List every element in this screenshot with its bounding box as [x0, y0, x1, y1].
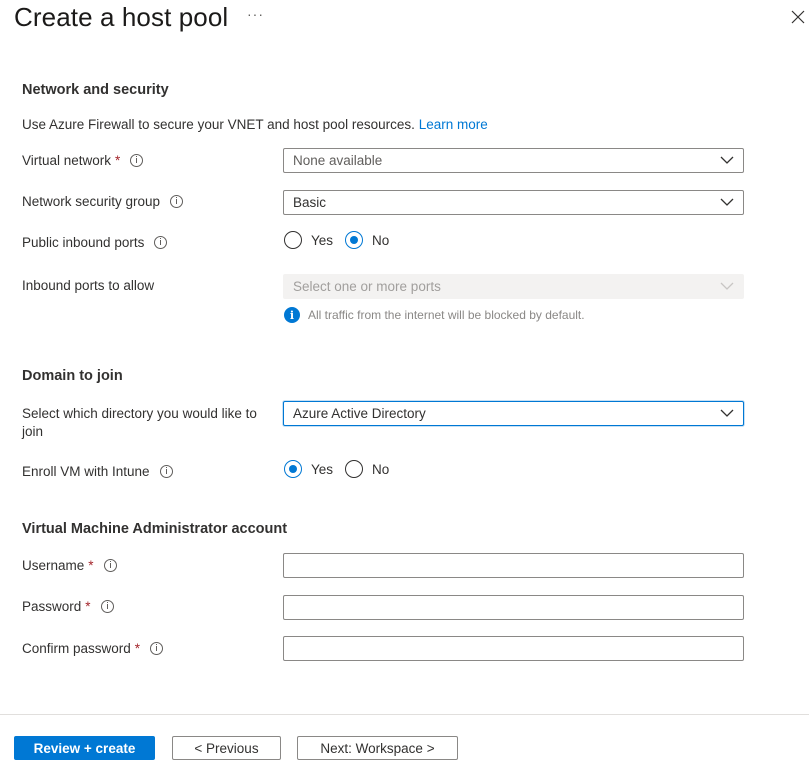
label-text-line1: Select which directory you would like to: [22, 405, 272, 423]
radio-circle: [345, 460, 363, 478]
label-text: Enroll VM with Intune: [22, 464, 150, 479]
required-marker: *: [115, 153, 120, 168]
previous-button[interactable]: < Previous: [172, 736, 281, 760]
password-label: Password *: [22, 599, 114, 614]
chevron-down-icon: [720, 281, 734, 291]
chevron-down-icon: [720, 408, 734, 418]
label-text-line2: join: [22, 423, 272, 441]
chevron-down-icon: [720, 197, 734, 207]
username-input[interactable]: [283, 553, 744, 578]
next-workspace-button[interactable]: Next: Workspace >: [297, 736, 458, 760]
label-text: Confirm password: [22, 641, 131, 656]
placeholder-text: Select one or more ports: [293, 279, 441, 294]
username-label: Username *: [22, 558, 117, 573]
label-text: Virtual network: [22, 153, 111, 168]
password-input[interactable]: [283, 595, 744, 620]
public-ports-label: Public inbound ports: [22, 235, 167, 250]
info-icon[interactable]: [170, 195, 183, 208]
info-icon[interactable]: [154, 236, 167, 249]
required-marker: *: [135, 641, 140, 656]
confirm-password-label: Confirm password *: [22, 641, 163, 656]
intune-yes-radio[interactable]: Yes: [284, 460, 333, 478]
required-marker: *: [85, 599, 90, 614]
section-heading-domain: Domain to join: [22, 368, 123, 384]
intune-radio-group: Yes No: [284, 460, 401, 478]
note-text: All traffic from the internet will be bl…: [308, 308, 585, 322]
info-note: i All traffic from the internet will be …: [284, 307, 585, 323]
radio-circle: [284, 231, 302, 249]
description-text: Use Azure Firewall to secure your VNET a…: [22, 117, 415, 132]
page-title: Create a host pool: [14, 2, 228, 33]
virtual-network-label: Virtual network *: [22, 153, 143, 168]
info-icon[interactable]: [101, 600, 114, 613]
section-heading-network: Network and security: [22, 82, 169, 98]
virtual-network-dropdown[interactable]: None available: [283, 148, 744, 173]
public-ports-no-radio[interactable]: No: [345, 231, 389, 249]
intune-label: Enroll VM with Intune: [22, 464, 173, 479]
directory-dropdown[interactable]: Azure Active Directory: [283, 401, 744, 426]
label-text: Public inbound ports: [22, 235, 144, 250]
radio-circle-selected: [345, 231, 363, 249]
radio-label: No: [372, 462, 389, 477]
required-marker: *: [88, 558, 93, 573]
radio-label: Yes: [311, 233, 333, 248]
info-icon[interactable]: [130, 154, 143, 167]
label-text: Password: [22, 599, 81, 614]
intune-no-radio[interactable]: No: [345, 460, 389, 478]
chevron-down-icon: [720, 155, 734, 165]
selected-value: None available: [293, 153, 382, 168]
info-icon[interactable]: [160, 465, 173, 478]
section-heading-admin: Virtual Machine Administrator account: [22, 521, 287, 537]
inbound-ports-dropdown: Select one or more ports: [283, 274, 744, 299]
info-icon[interactable]: [150, 642, 163, 655]
label-text: Username: [22, 558, 84, 573]
label-text: Network security group: [22, 194, 160, 209]
info-filled-icon: i: [284, 307, 300, 323]
directory-label: Select which directory you would like to…: [22, 405, 272, 441]
learn-more-link[interactable]: Learn more: [419, 117, 488, 132]
selected-value: Basic: [293, 195, 326, 210]
footer-divider: [0, 714, 809, 715]
radio-label: No: [372, 233, 389, 248]
nsg-label: Network security group: [22, 194, 183, 209]
network-description: Use Azure Firewall to secure your VNET a…: [22, 117, 488, 132]
label-text: Inbound ports to allow: [22, 278, 154, 293]
nsg-dropdown[interactable]: Basic: [283, 190, 744, 215]
radio-label: Yes: [311, 462, 333, 477]
info-icon[interactable]: [104, 559, 117, 572]
close-icon[interactable]: [790, 9, 806, 25]
inbound-ports-label: Inbound ports to allow: [22, 278, 154, 293]
review-create-button[interactable]: Review + create: [14, 736, 155, 760]
radio-circle-selected: [284, 460, 302, 478]
more-options-button[interactable]: ···: [247, 6, 264, 22]
public-ports-yes-radio[interactable]: Yes: [284, 231, 333, 249]
public-ports-radio-group: Yes No: [284, 231, 401, 249]
selected-value: Azure Active Directory: [293, 406, 426, 421]
confirm-password-input[interactable]: [283, 636, 744, 661]
